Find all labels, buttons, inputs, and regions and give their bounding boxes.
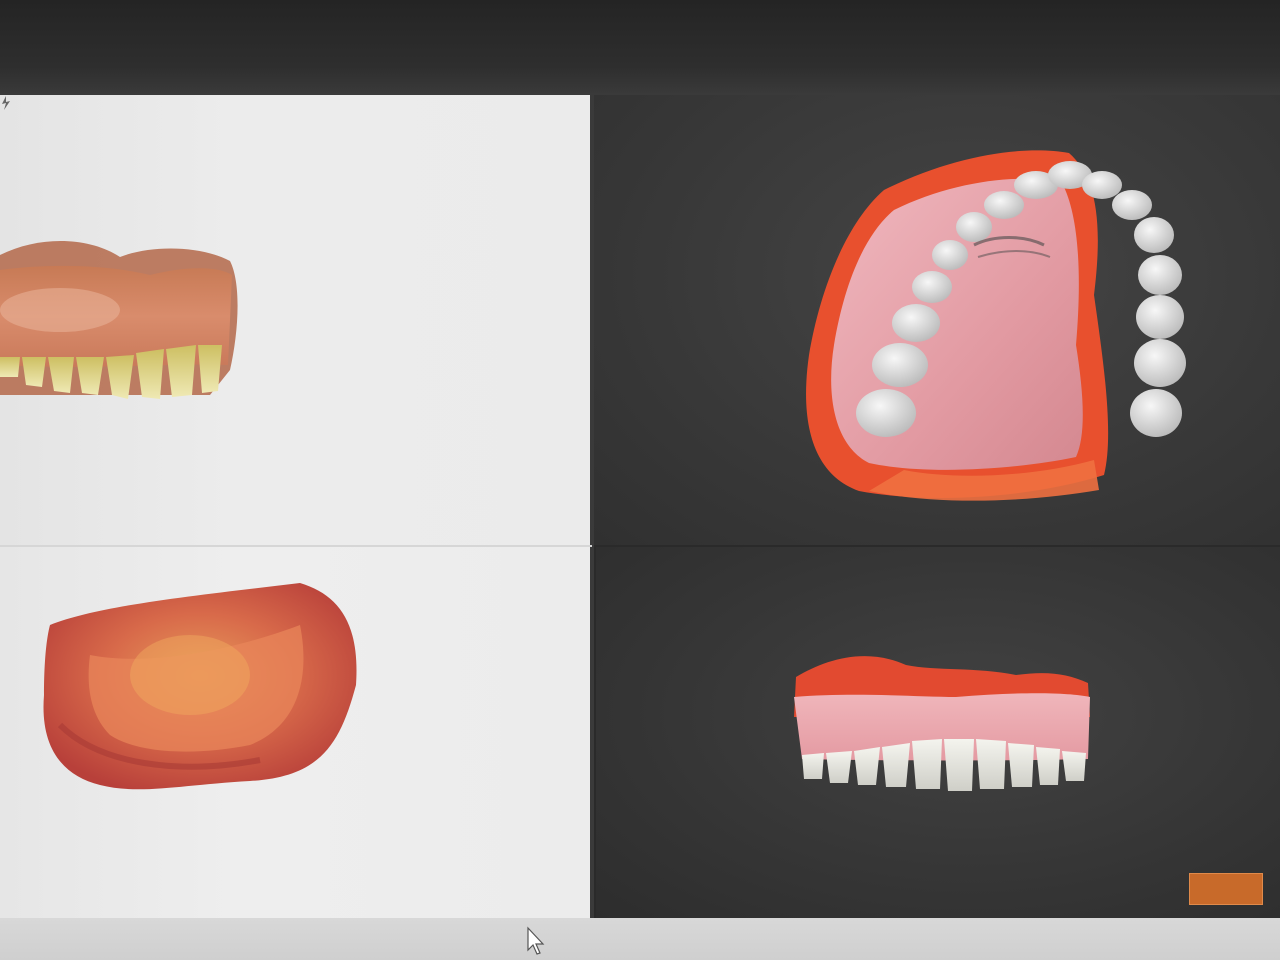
digital-denture-front-model xyxy=(794,656,1090,791)
viewport-divider-horizontal[interactable] xyxy=(0,545,592,547)
viewport-pointer-icon xyxy=(2,96,10,110)
viewport-design-upper-front[interactable] xyxy=(596,547,1280,918)
viewport-original-impression[interactable] xyxy=(0,545,592,918)
brand-logo-badge xyxy=(1189,873,1263,905)
viewport-divider-vertical[interactable] xyxy=(590,95,594,918)
viewport-design-upper-occlusal[interactable] xyxy=(594,95,1280,545)
upper-denture-scan-model xyxy=(0,240,238,399)
mouse-cursor-icon xyxy=(527,926,545,955)
impression-scan-model xyxy=(43,583,357,790)
monitor-bezel-top xyxy=(0,0,1280,95)
viewport-original-upper-front[interactable] xyxy=(0,95,590,545)
digital-denture-occlusal-model xyxy=(806,150,1186,501)
taskbar-strip xyxy=(0,918,1280,960)
